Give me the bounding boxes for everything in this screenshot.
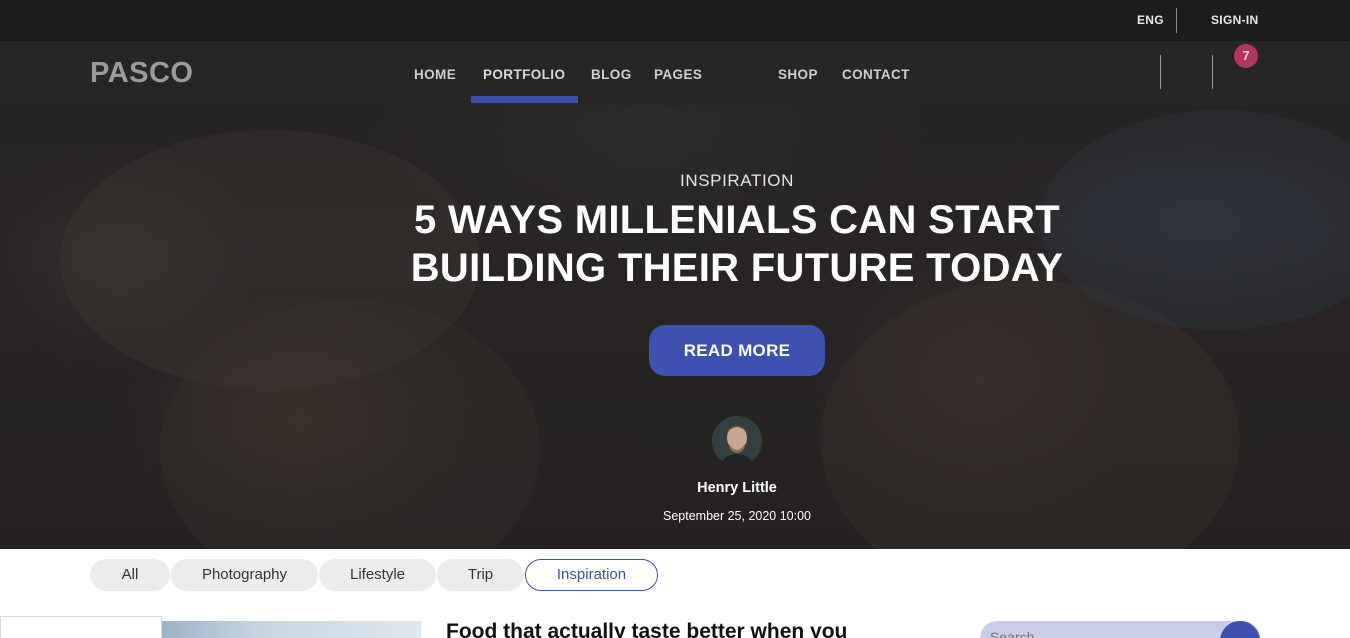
hero-category-label: INSPIRATION bbox=[680, 171, 794, 190]
sign-in-link[interactable]: SIGN-IN bbox=[1211, 13, 1258, 27]
search-input[interactable] bbox=[990, 629, 1190, 638]
language-selector[interactable]: ENG bbox=[1137, 13, 1164, 27]
filter-tab-lifestyle[interactable]: Lifestyle bbox=[319, 559, 436, 591]
post-thumbnail-image[interactable] bbox=[162, 621, 421, 638]
nav-item-contact[interactable]: CONTACT bbox=[842, 67, 910, 82]
topbar-divider bbox=[1176, 8, 1177, 33]
filter-tab-all[interactable]: All bbox=[90, 559, 170, 591]
search-box bbox=[980, 621, 1260, 638]
author-name[interactable]: Henry Little bbox=[637, 480, 837, 496]
filter-tab-inspiration[interactable]: Inspiration bbox=[525, 559, 658, 591]
cart-count-badge[interactable]: 7 bbox=[1234, 44, 1258, 68]
nav-item-blog[interactable]: BLOG bbox=[591, 67, 632, 82]
hero-headline-line1: 5 WAYS MILLENIALS CAN START bbox=[414, 198, 1060, 242]
filter-tab-photography[interactable]: Photography bbox=[171, 559, 318, 591]
post-date: September 25, 2020 10:00 bbox=[662, 509, 812, 523]
nav-item-shop[interactable]: SHOP bbox=[778, 67, 818, 82]
nav-item-portfolio[interactable]: PORTFOLIO bbox=[483, 67, 565, 82]
hero-headline: 5 WAYS MILLENIALS CAN START BUILDING THE… bbox=[320, 196, 1154, 292]
page: ENG SIGN-IN PASCO HOME PORTFOLIO BLOG PA… bbox=[0, 0, 1350, 638]
post-title[interactable]: Food that actually taste better when you bbox=[446, 620, 946, 638]
read-more-button[interactable]: READ MORE bbox=[649, 325, 825, 376]
main-navbar: PASCO HOME PORTFOLIO BLOG PAGES SHOP CON… bbox=[0, 41, 1350, 105]
side-thumbnail-card[interactable] bbox=[0, 616, 162, 638]
nav-item-pages[interactable]: PAGES bbox=[654, 67, 702, 82]
nav-divider bbox=[1212, 55, 1213, 89]
site-logo[interactable]: PASCO bbox=[90, 57, 193, 90]
filter-tab-trip[interactable]: Trip bbox=[437, 559, 524, 591]
nav-item-home[interactable]: HOME bbox=[414, 67, 456, 82]
hero-headline-line2: BUILDING THEIR FUTURE TODAY bbox=[410, 246, 1064, 290]
author-avatar-image bbox=[712, 416, 762, 466]
nav-active-indicator bbox=[471, 96, 578, 103]
top-bar: ENG SIGN-IN bbox=[0, 0, 1350, 41]
author-avatar[interactable] bbox=[712, 416, 762, 466]
nav-divider bbox=[1160, 55, 1161, 89]
